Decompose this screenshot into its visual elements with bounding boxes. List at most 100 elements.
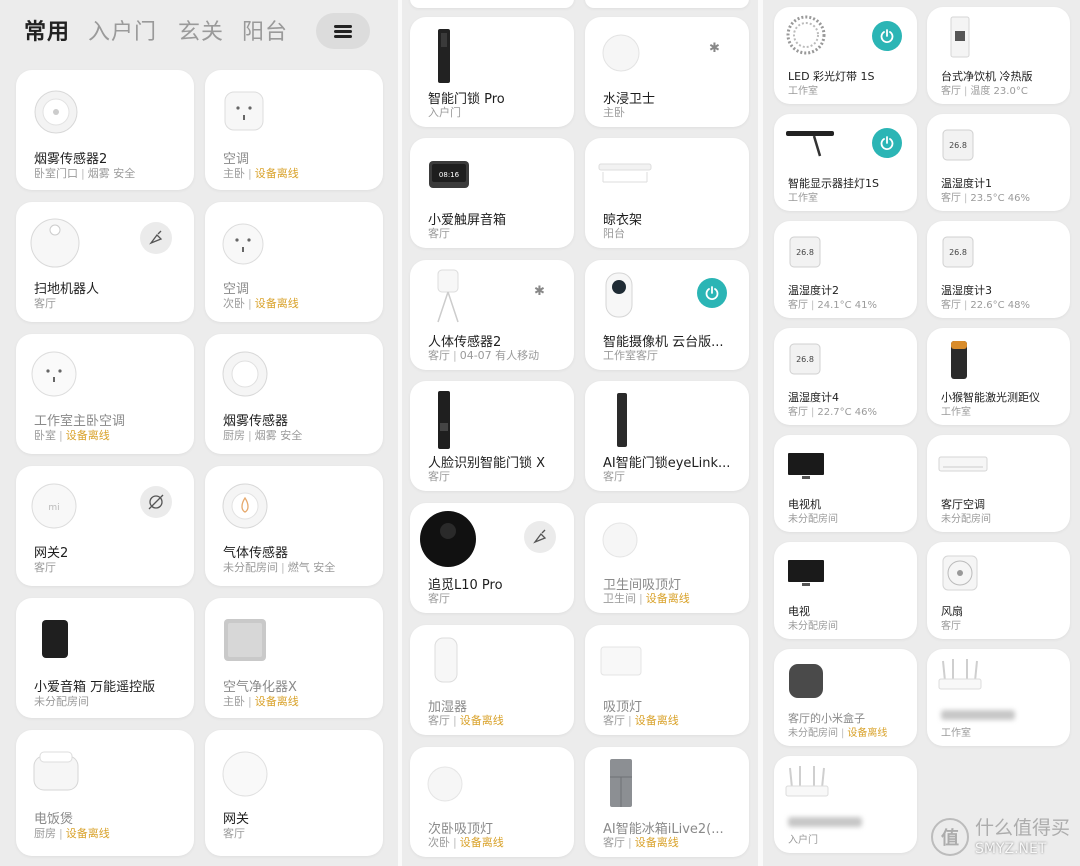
device-card-monitor-light[interactable]: 智能显示器挂灯1S 工作室 <box>774 114 917 211</box>
sweep-button[interactable] <box>524 521 556 553</box>
device-room: 客厅 <box>603 836 625 849</box>
device-room: 工作室 <box>788 193 818 204</box>
device-card-humidifier[interactable]: 加湿器 客厅 | 设备离线 <box>410 625 574 735</box>
robot-vacuum-icon <box>420 511 476 567</box>
device-card-thermometer-2[interactable]: 26.8 温湿度计2 客厅 | 24.1°C 41% <box>774 221 917 318</box>
device-status: 设备离线 <box>645 592 690 605</box>
tab-balcony[interactable]: 阳台 <box>242 14 288 46</box>
bluetooth-icon: ✱ <box>709 41 720 56</box>
speaker-icon <box>42 620 68 658</box>
device-card-fan[interactable]: 风扇 客厅 <box>927 542 1070 639</box>
sweep-icon <box>533 529 547 544</box>
power-button[interactable] <box>872 21 902 51</box>
device-status: 设备离线 <box>65 429 110 442</box>
gateway-toggle-button[interactable] <box>140 486 172 518</box>
devices-panel-2: 智能门锁 Pro 入户门 ✱ 水浸卫士 主卧 08:16 小爱触屏音箱 客厅 晾… <box>402 0 758 866</box>
device-card-dreame-l10[interactable]: 追觅L10 Pro 客厅 <box>410 503 574 613</box>
device-card-ac-master[interactable]: 空调 主卧 | 设备离线 <box>205 70 383 190</box>
device-room: 卧室门口 <box>34 167 78 180</box>
device-card-thermometer-4[interactable]: 26.8 温湿度计4 客厅 | 22.7°C 46% <box>774 328 917 425</box>
smoke-sensor-icon <box>34 90 78 134</box>
device-status: 设备离线 <box>254 167 299 180</box>
device-room: 客厅 <box>34 561 56 574</box>
device-card-router-entrance[interactable]: 入户门 <box>774 756 917 853</box>
device-card-gateway[interactable]: 网关 客厅 <box>205 730 383 856</box>
device-card-eyelink-lock[interactable]: AI智能门锁eyeLink... 客厅 <box>585 381 749 491</box>
device-card-face-lock-x[interactable]: 人脸识别智能门锁 X 客厅 <box>410 381 574 491</box>
device-card-thermometer-1[interactable]: 26.8 温湿度计1 客厅 | 23.5°C 46% <box>927 114 1070 211</box>
power-button[interactable] <box>697 278 727 308</box>
device-card-smart-lock-pro[interactable]: 智能门锁 Pro 入户门 <box>410 17 574 127</box>
device-card-tv[interactable]: 电视 未分配房间 <box>774 542 917 639</box>
thermo-hygrometer-icon: 26.8 <box>789 343 821 375</box>
device-status: 温度 23.0°C <box>970 86 1028 97</box>
device-card-robot-vacuum[interactable]: 扫地机器人 客厅 <box>16 202 194 322</box>
device-room: 客厅 <box>428 470 450 483</box>
tab-foyer[interactable]: 玄关 <box>178 14 224 46</box>
device-card-second-bedroom-light[interactable]: 次卧吸顶灯 次卧 | 设备离线 <box>410 747 574 857</box>
power-button[interactable] <box>872 128 902 158</box>
device-card-mi-box[interactable]: 客厅的小米盒子 未分配房间 | 设备离线 <box>774 649 917 746</box>
device-room: 客厅 <box>428 592 450 605</box>
device-card-smoke-sensor-2[interactable]: 烟雾传感器2 卧室门口 | 烟雾 安全 <box>16 70 194 190</box>
device-card-living-room-ac[interactable]: 客厅空调 未分配房间 <box>927 435 1070 532</box>
sweep-button[interactable] <box>140 222 172 254</box>
device-room: 客厅 <box>941 621 961 632</box>
watermark-text: 什么值得买 SMYZ.NET <box>975 818 1070 856</box>
menu-button[interactable] <box>316 13 370 49</box>
device-card-xiaoai-speaker[interactable]: 小爱音箱 万能遥控版 未分配房间 <box>16 598 194 718</box>
menu-icon-bar <box>334 30 352 33</box>
device-card-air-purifier[interactable]: 空气净化器X 主卧 | 设备离线 <box>205 598 383 718</box>
device-card-partial[interactable] <box>585 0 749 8</box>
device-card-ceiling-light[interactable]: 吸顶灯 客厅 | 设备离线 <box>585 625 749 735</box>
thermo-hygrometer-icon: 26.8 <box>789 236 821 268</box>
blurred-device-name <box>788 817 862 827</box>
tab-favorites[interactable]: 常用 <box>24 14 70 46</box>
device-card-refrigerator[interactable]: AI智能冰箱iLive2(... 客厅 | 设备离线 <box>585 747 749 857</box>
device-card-water-dispenser[interactable]: 台式净饮机 冷热版 客厅 | 温度 23.0°C <box>927 7 1070 104</box>
menu-icon <box>334 25 352 28</box>
device-card-partial[interactable] <box>410 0 574 8</box>
device-room: 工作室 <box>941 728 971 739</box>
device-room-status: 卧室门口 | 烟雾 安全 <box>34 167 136 180</box>
device-card-rice-cooker[interactable]: 电饭煲 厨房 | 设备离线 <box>16 730 194 856</box>
device-card-gas-sensor[interactable]: 气体传感器 未分配房间 | 燃气 安全 <box>205 466 383 586</box>
device-card-router-studio[interactable]: 工作室 <box>927 649 1070 746</box>
device-room-status: 次卧 | 设备离线 <box>223 297 299 310</box>
gateway-off-icon <box>148 494 164 510</box>
device-room-status: 客厅 | 04-07 有人移动 <box>428 349 540 362</box>
device-card-ptz-camera[interactable]: 智能摄像机 云台版... 工作室客厅 <box>585 260 749 370</box>
device-card-motion-sensor-2[interactable]: ✱ 人体传感器2 客厅 | 04-07 有人移动 <box>410 260 574 370</box>
device-card-touch-speaker[interactable]: 08:16 小爱触屏音箱 客厅 <box>410 138 574 248</box>
device-room-status: 客厅 | 24.1°C 41% <box>788 300 878 311</box>
device-card-led-strip[interactable]: LED 彩光灯带 1S 工作室 <box>774 7 917 104</box>
device-room-status: 厨房 | 烟雾 安全 <box>223 429 303 442</box>
device-room: 卫生间 <box>603 592 636 605</box>
device-card-tv-set[interactable]: 电视机 未分配房间 <box>774 435 917 532</box>
device-card-thermometer-3[interactable]: 26.8 温湿度计3 客厅 | 22.6°C 48% <box>927 221 1070 318</box>
device-card-gateway-2[interactable]: mi 网关2 客厅 <box>16 466 194 586</box>
device-card-laser-rangefinder[interactable]: 小猴智能激光测距仪 工作室 <box>927 328 1070 425</box>
smoke-sensor-icon <box>222 351 268 397</box>
device-card-smoke-sensor[interactable]: 烟雾传感器 厨房 | 烟雾 安全 <box>205 334 383 454</box>
device-card-clothes-rack[interactable]: 晾衣架 阳台 <box>585 138 749 248</box>
thermo-screen: 26.8 <box>949 248 967 257</box>
menu-icon-bar <box>334 35 352 38</box>
motion-sensor-icon <box>437 269 459 323</box>
device-room: 入户门 <box>428 106 461 119</box>
ceiling-light-icon <box>427 766 463 802</box>
device-card-bathroom-light[interactable]: 卫生间吸顶灯 卫生间 | 设备离线 <box>585 503 749 613</box>
device-card-water-sensor[interactable]: ✱ 水浸卫士 主卧 <box>585 17 749 127</box>
device-room: 次卧 <box>223 297 245 310</box>
device-room: 客厅 <box>788 407 808 418</box>
device-status: 设备离线 <box>65 827 110 840</box>
sweep-icon <box>149 230 163 245</box>
room-tabs: 常用 入户门 玄关 阳台 <box>0 0 398 62</box>
device-room: 客厅 <box>603 470 625 483</box>
device-card-ac-second[interactable]: 空调 次卧 | 设备离线 <box>205 202 383 322</box>
tab-entrance-door[interactable]: 入户门 <box>88 14 157 46</box>
router-icon <box>785 766 829 797</box>
device-card-studio-ac[interactable]: 工作室主卧空调 卧室 | 设备离线 <box>16 334 194 454</box>
ac-plug-icon <box>31 351 77 397</box>
blurred-device-name <box>941 710 1015 720</box>
